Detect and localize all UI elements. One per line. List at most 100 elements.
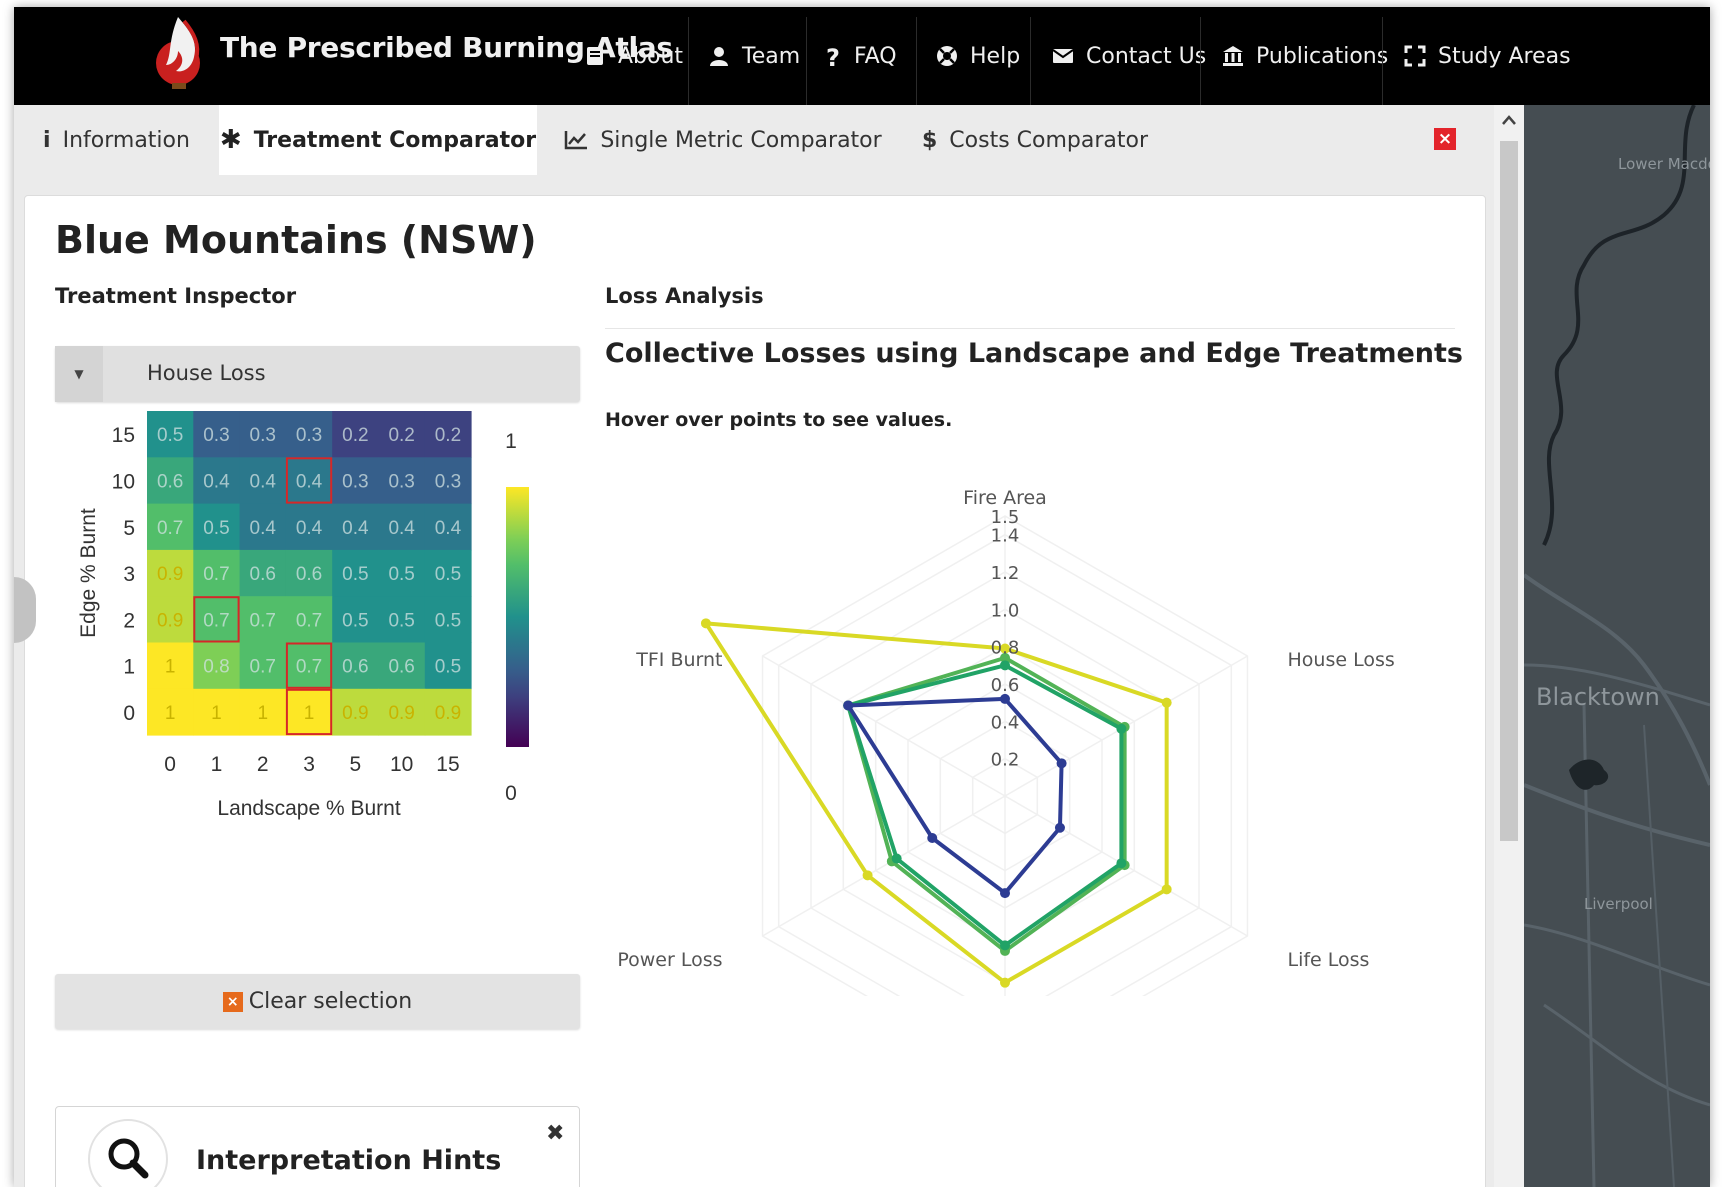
radial-tick-label: 0.6: [991, 675, 1020, 696]
x-tick-label: 3: [303, 753, 315, 776]
heatmap-cell-label: 0.5: [435, 610, 461, 631]
x-tick-label: 5: [350, 753, 362, 776]
y-tick-label: 10: [112, 470, 135, 493]
y-axis-label: Edge % Burnt: [77, 508, 100, 638]
heatmap-cell-label: 0.3: [203, 425, 229, 446]
nav-help-label: Help: [970, 43, 1021, 69]
y-tick-label: 0: [123, 702, 135, 725]
heatmap-cell-label: 0.5: [388, 610, 414, 631]
interpretation-hints-title: Interpretation Hints: [196, 1145, 502, 1176]
heatmap-cell-label: 0.7: [296, 610, 322, 631]
map-view[interactable]: Lower Macdonald Blacktown Liverpool: [1524, 105, 1710, 1187]
colorbar-max-label: 1: [505, 430, 517, 453]
heatmap-cell-label: 0.6: [388, 657, 414, 678]
heatmap-cell-label: 1: [165, 703, 176, 724]
nav-contact[interactable]: Contact Us: [1050, 7, 1206, 105]
nav-publications[interactable]: Publications: [1220, 7, 1388, 105]
y-tick-label: 2: [123, 609, 135, 632]
heatmap-cell-label: 0.5: [342, 564, 368, 585]
info-icon: i: [43, 127, 51, 153]
heatmap-cell-label: 0.6: [157, 471, 183, 492]
clear-selection-button[interactable]: × Clear selection: [55, 974, 580, 1029]
close-hints-icon[interactable]: ✖: [546, 1121, 564, 1146]
x-tick-label: 0: [164, 753, 176, 776]
heatmap-cell-label: 0.4: [250, 471, 277, 492]
nav-about-label: About: [618, 43, 684, 69]
nav-help[interactable]: Help: [934, 7, 1020, 105]
nav-team[interactable]: Team: [706, 7, 800, 105]
radar-spoke: [762, 655, 1006, 797]
heatmap-cell-label: 0.3: [342, 471, 368, 492]
heatmap-cell-label: 0.9: [157, 610, 183, 631]
metric-select[interactable]: ▼ House Loss: [55, 346, 580, 402]
y-tick-label: 5: [123, 517, 135, 540]
map-roads: [1524, 105, 1710, 1187]
heatmap-cell-label: 0.9: [435, 703, 461, 724]
heatmap-cell-label: 0.7: [203, 564, 229, 585]
question-icon: ?: [826, 44, 840, 72]
radial-tick-label: 1.2: [991, 563, 1020, 584]
radar-axis-label: Life Loss: [1287, 949, 1369, 971]
nav-faq-label: FAQ: [854, 43, 897, 69]
heatmap-cell-label: 0.7: [250, 610, 276, 631]
tab-treatment-comparator-label: Treatment Comparator: [253, 127, 537, 153]
radar-point: [1161, 697, 1172, 708]
house-loss-heatmap[interactable]: 0.5 0.3 0.3 0.3 0.2 0.2 0.2 0.6 0.4 0.4 0.4 0.3 0.3 0…: [65, 408, 565, 848]
heatmap-cell-label: 0.9: [388, 703, 414, 724]
metric-select-value: House Loss: [147, 361, 266, 385]
tab-costs-comparator[interactable]: $ Costs Comparator: [910, 105, 1160, 175]
heatmap-cell-label: 0.7: [296, 657, 322, 678]
treatment-inspector-heading: Treatment Inspector: [55, 284, 297, 308]
heatmap-cell-label: 0.3: [296, 425, 322, 446]
clear-icon: ×: [222, 991, 243, 1012]
fire-logo-icon: [156, 17, 200, 89]
radar-axis-label: House Loss: [1287, 649, 1394, 671]
radar-chart[interactable]: 0.2 0.4 0.6 0.8 1.0 1.2 1.41.5Fire Area House L…: [605, 436, 1465, 996]
scroll-up-button[interactable]: [1494, 105, 1524, 135]
nav-faq[interactable]: ? FAQ: [826, 7, 897, 105]
radar-axis-label: Fire Area: [963, 487, 1047, 509]
heatmap-cell-label: 0.4: [250, 518, 277, 539]
nav-team-label: Team: [742, 43, 801, 69]
panel-scrollbar[interactable]: [1494, 105, 1524, 1187]
radial-tick-label: 0.8: [991, 638, 1020, 659]
map-label-lower-macdonald: Lower Macdonald: [1618, 155, 1710, 173]
nav-about[interactable]: About: [582, 7, 683, 105]
heatmap-cell-label: 0.5: [342, 610, 368, 631]
tab-costs-comparator-label: Costs Comparator: [949, 127, 1149, 153]
heatmap-cell-label: 0.7: [157, 518, 183, 539]
y-tick-label: 1: [123, 656, 135, 679]
x-tick-label: 1: [211, 753, 223, 776]
radial-tick-label: 1.4: [991, 526, 1020, 547]
tab-treatment-comparator[interactable]: ✱ Treatment Comparator: [219, 105, 537, 175]
caret-down-icon: ▼: [55, 346, 103, 402]
radial-tick-label: 0.2: [991, 750, 1020, 771]
radial-tick-label: 0.4: [991, 712, 1020, 733]
scroll-thumb[interactable]: [1500, 141, 1518, 841]
tab-single-metric-comparator[interactable]: Single Metric Comparator: [558, 105, 888, 175]
user-icon: [710, 47, 728, 66]
heatmap-cell-label: 0.5: [203, 518, 229, 539]
tab-information[interactable]: i Information: [14, 105, 219, 175]
radar-point: [1000, 977, 1010, 988]
radar-axis-label: Power Loss: [617, 949, 722, 971]
chevron-up-icon: [1502, 115, 1516, 125]
radar-point: [1054, 822, 1065, 833]
radar-series-line: [846, 663, 1124, 948]
radar-point: [1000, 940, 1010, 951]
book-icon: [587, 47, 603, 65]
lifebuoy-icon: [937, 46, 957, 66]
heatmap-cell-label: 0.6: [296, 564, 322, 585]
heatmap-cell-label: 0.3: [250, 425, 276, 446]
clear-selection-label: Clear selection: [248, 989, 413, 1014]
heatmap-cell-label: 0.9: [157, 564, 183, 585]
heatmap-cell-label: 0.5: [157, 425, 183, 446]
page-title: Blue Mountains (NSW): [55, 218, 537, 262]
loss-analysis-heading: Loss Analysis: [605, 284, 764, 308]
radar-point: [700, 618, 711, 629]
heatmap-cell-label: 0.4: [342, 518, 369, 539]
radar-chart-title: Collective Losses using Landscape and Ed…: [605, 338, 1463, 369]
close-panel-button[interactable]: ×: [1434, 128, 1456, 150]
nav-study-areas[interactable]: Study Areas: [1402, 7, 1571, 105]
radar-axis-label: TFI Burnt: [635, 649, 722, 671]
